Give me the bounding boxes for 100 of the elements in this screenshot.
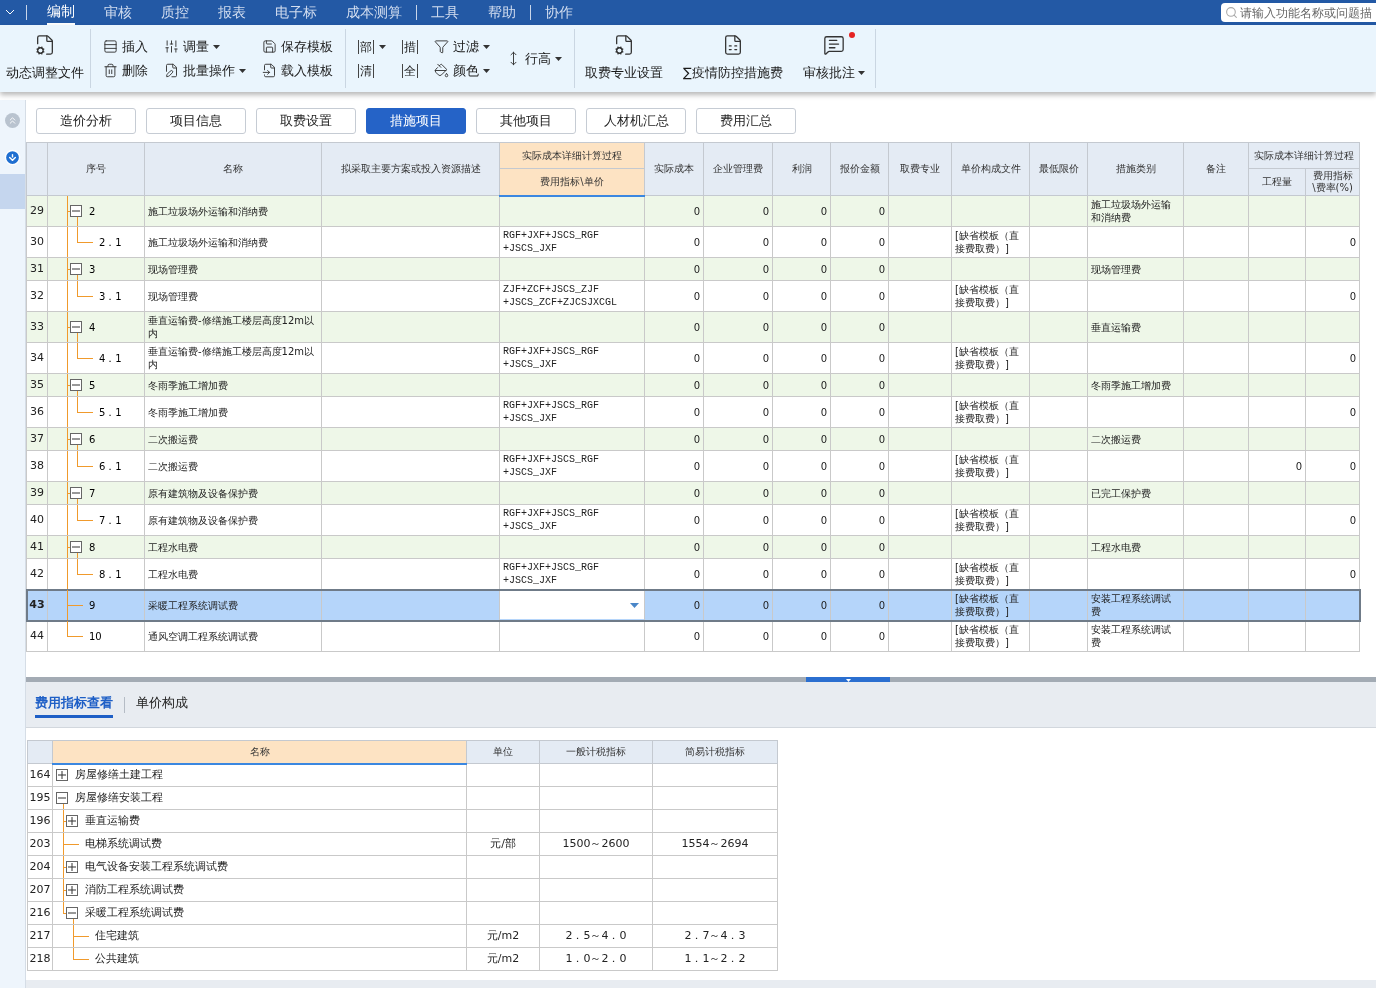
column-header[interactable]: 费用指标\单价 (499, 168, 645, 196)
table-row[interactable]: 34 4．1 垂直运输费-修缮施工楼层高度12m以内 RGF+JXF+JSCS_RGF+JSCS_JXF 0 0 0 0 [缺省模板（直接费取费）] 0 (26, 342, 1360, 374)
table-row[interactable]: 40 7．1 原有建筑物及设备保护费 RGF+JXF+JSCS_RGF+JSCS_JXF 0 0 0 0 [缺省模板（直接费取费）] 0 (26, 504, 1360, 536)
ribbon-button[interactable]: 取费专业设置 (581, 34, 667, 83)
column-header[interactable]: 取费专业 (888, 142, 952, 196)
column-header[interactable]: 报价金额 (830, 142, 889, 196)
menu-tab[interactable]: 电子标 (275, 0, 317, 25)
ribbon-button[interactable]: 行高 (506, 47, 562, 70)
tree-toggle[interactable] (70, 205, 82, 217)
download-icon[interactable] (4, 149, 21, 166)
menu-tab[interactable]: 协作 (545, 0, 573, 25)
table-row[interactable]: 36 5．1 冬雨季施工增加费 RGF+JXF+JSCS_RGF+JSCS_JXF 0 0 0 0 [缺省模板（直接费取费）] 0 (26, 396, 1360, 428)
table-cell: 0 (830, 620, 889, 652)
menu-tab[interactable]: 成本测算 (346, 0, 402, 25)
tree-toggle[interactable] (66, 907, 78, 919)
column-header[interactable]: 措施类别 (1087, 142, 1184, 196)
column-header[interactable]: 名称 (52, 740, 467, 764)
tree-toggle[interactable] (70, 263, 82, 275)
menu-tab[interactable]: 工具 (431, 0, 459, 25)
column-header[interactable]: 序号 (47, 142, 145, 196)
table-cell: 0 (772, 280, 831, 312)
view-tab[interactable]: 人材机汇总 (586, 108, 686, 134)
tree-toggle[interactable] (66, 861, 78, 873)
panel-tab[interactable]: 单价构成 (136, 691, 188, 718)
column-header[interactable]: 利润 (772, 142, 831, 196)
tree-toggle[interactable] (70, 541, 82, 553)
column-header[interactable]: 一般计税指标 (539, 740, 653, 764)
ribbon-button[interactable]: 调量 (164, 35, 246, 58)
minus-icon (72, 489, 80, 497)
tree-toggle[interactable] (56, 769, 68, 782)
dropdown-field[interactable] (500, 591, 644, 619)
tree-toggle[interactable] (70, 321, 82, 333)
view-tab[interactable]: 项目信息 (146, 108, 246, 134)
tree-toggle[interactable] (66, 815, 78, 827)
menu-tab[interactable]: 审核 (104, 0, 132, 25)
glyph-button[interactable]: 全 (402, 59, 418, 82)
column-header[interactable]: 实际成本 (644, 142, 704, 196)
plus-icon (68, 863, 76, 871)
view-tab[interactable]: 其他项目 (476, 108, 576, 134)
ribbon-button[interactable]: 批量操作 (164, 59, 246, 82)
table-row[interactable]: 44 10 通风空调工程系统调试费 0 0 0 0 [缺省模板（直接费取费）] 安装工程系统调试费 (26, 620, 1360, 652)
table-row[interactable]: 38 6．1 二次搬运费 RGF+JXF+JSCS_RGF+JSCS_JXF 0 0 0 0 [缺省模板（直接费取费）] 0 0 (26, 450, 1360, 482)
tree-label: 房屋修缮安装工程 (75, 789, 163, 806)
tree-toggle[interactable] (56, 792, 68, 804)
column-header[interactable]: 最低限价 (1029, 142, 1088, 196)
table-cell: 0 (703, 373, 773, 397)
table-row[interactable]: 43 9 采暖工程系统调试费 0 0 0 0 [缺省模板（直接费取费）] 安装工程系统调试费 (26, 589, 1360, 621)
column-header[interactable]: 实际成本详细计算过程 (499, 142, 645, 169)
tree-toggle[interactable] (66, 884, 78, 896)
ribbon-button[interactable]: 保存模板 (262, 35, 333, 58)
table-row[interactable]: 32 3．1 现场管理费 ZJF+ZCF+JSCS_ZJF+JSCS_ZCF+ZJCSJXCGL 0 0 0 0 [缺省模板（直接费取费）] 0 (26, 280, 1360, 312)
menu-tab[interactable]: 帮助 (488, 0, 516, 25)
ribbon-button[interactable]: ∑疫情防控措施费 (679, 34, 787, 83)
column-header[interactable]: 拟采取主要方案或投入资源描述 (321, 142, 500, 196)
menu-tab[interactable]: 报表 (218, 0, 246, 25)
column-header[interactable]: 单价构成文件 (951, 142, 1030, 196)
view-tab[interactable]: 取费设置 (256, 108, 356, 134)
tree-toggle[interactable] (70, 379, 82, 391)
column-header[interactable]: 实际成本详细计算过程 (1248, 142, 1360, 169)
menu-tab[interactable]: 质控 (161, 0, 189, 25)
search-field[interactable]: 请输入功能名称或问题描 (1221, 3, 1376, 22)
table-row[interactable]: 41 8 工程水电费 0 0 0 0 工程水电费 (26, 535, 1360, 559)
table-row[interactable]: 37 6 二次搬运费 0 0 0 0 二次搬运费 (26, 427, 1360, 451)
table-row[interactable]: 29 2 施工垃圾场外运输和消纳费 0 0 0 0 施工垃圾场外运输和消纳费 (26, 195, 1360, 227)
glyph-button[interactable]: 措 (402, 35, 418, 58)
table-cell: 0 (830, 427, 889, 451)
tree-toggle[interactable] (70, 487, 82, 499)
glyph-button[interactable]: 清 (358, 59, 386, 82)
column-header[interactable]: 名称 (144, 142, 322, 196)
view-tab[interactable]: 费用汇总 (696, 108, 796, 134)
table-row[interactable]: 31 3 现场管理费 0 0 0 0 现场管理费 (26, 257, 1360, 281)
table-row[interactable]: 35 5 冬雨季施工增加费 0 0 0 0 冬雨季施工增加费 (26, 373, 1360, 397)
column-header[interactable]: 简易计税指标 (652, 740, 778, 764)
table-cell: 垂直运输费-修缮施工楼层高度12m以内 (144, 342, 322, 374)
row-number: 44 (26, 620, 48, 652)
file-pen-icon (164, 63, 179, 78)
view-tab[interactable]: 造价分析 (36, 108, 136, 134)
column-header[interactable]: 备注 (1183, 142, 1249, 196)
ribbon-button[interactable]: 审核批注 (798, 34, 869, 83)
splitter-handle[interactable] (806, 677, 890, 682)
column-header[interactable]: 企业管理费 (703, 142, 773, 196)
view-tab[interactable]: 措施项目 (366, 108, 466, 134)
table-cell: 1．1～2．2 (652, 947, 778, 971)
tree-label: 房屋修缮土建工程 (75, 767, 163, 783)
ribbon-button[interactable]: 过滤 (434, 35, 490, 58)
ribbon-button[interactable]: 载入模板 (262, 59, 333, 82)
ribbon-button[interactable]: 动态调整文件 (2, 34, 88, 83)
table-row[interactable]: 39 7 原有建筑物及设备保护费 0 0 0 0 已完工保护费 (26, 481, 1360, 505)
ribbon-button[interactable]: 插入 (103, 35, 148, 58)
glyph-button[interactable]: 部 (358, 35, 386, 58)
table-row[interactable]: 30 2．1 施工垃圾场外运输和消纳费 RGF+JXF+JSCS_RGF+JSCS_JXF 0 0 0 0 [缺省模板（直接费取费）] 0 (26, 226, 1360, 258)
table-row[interactable]: 42 8．1 工程水电费 RGF+JXF+JSCS_RGF+JSCS_JXF 0 0 0 0 [缺省模板（直接费取费）] 0 (26, 558, 1360, 590)
column-header[interactable]: 单位 (466, 740, 540, 764)
table-cell: 0 (772, 427, 831, 451)
ribbon-button[interactable]: 颜色 (434, 59, 490, 82)
panel-tab[interactable]: 费用指标查看 (35, 691, 113, 718)
tree-toggle[interactable] (70, 433, 82, 445)
table-cell: [缺省模板（直接费取费）] (951, 342, 1030, 374)
table-row[interactable]: 33 4 垂直运输费-修缮施工楼层高度12m以内 0 0 0 0 垂直运输费 (26, 311, 1360, 343)
ribbon-button[interactable]: 删除 (103, 59, 148, 82)
